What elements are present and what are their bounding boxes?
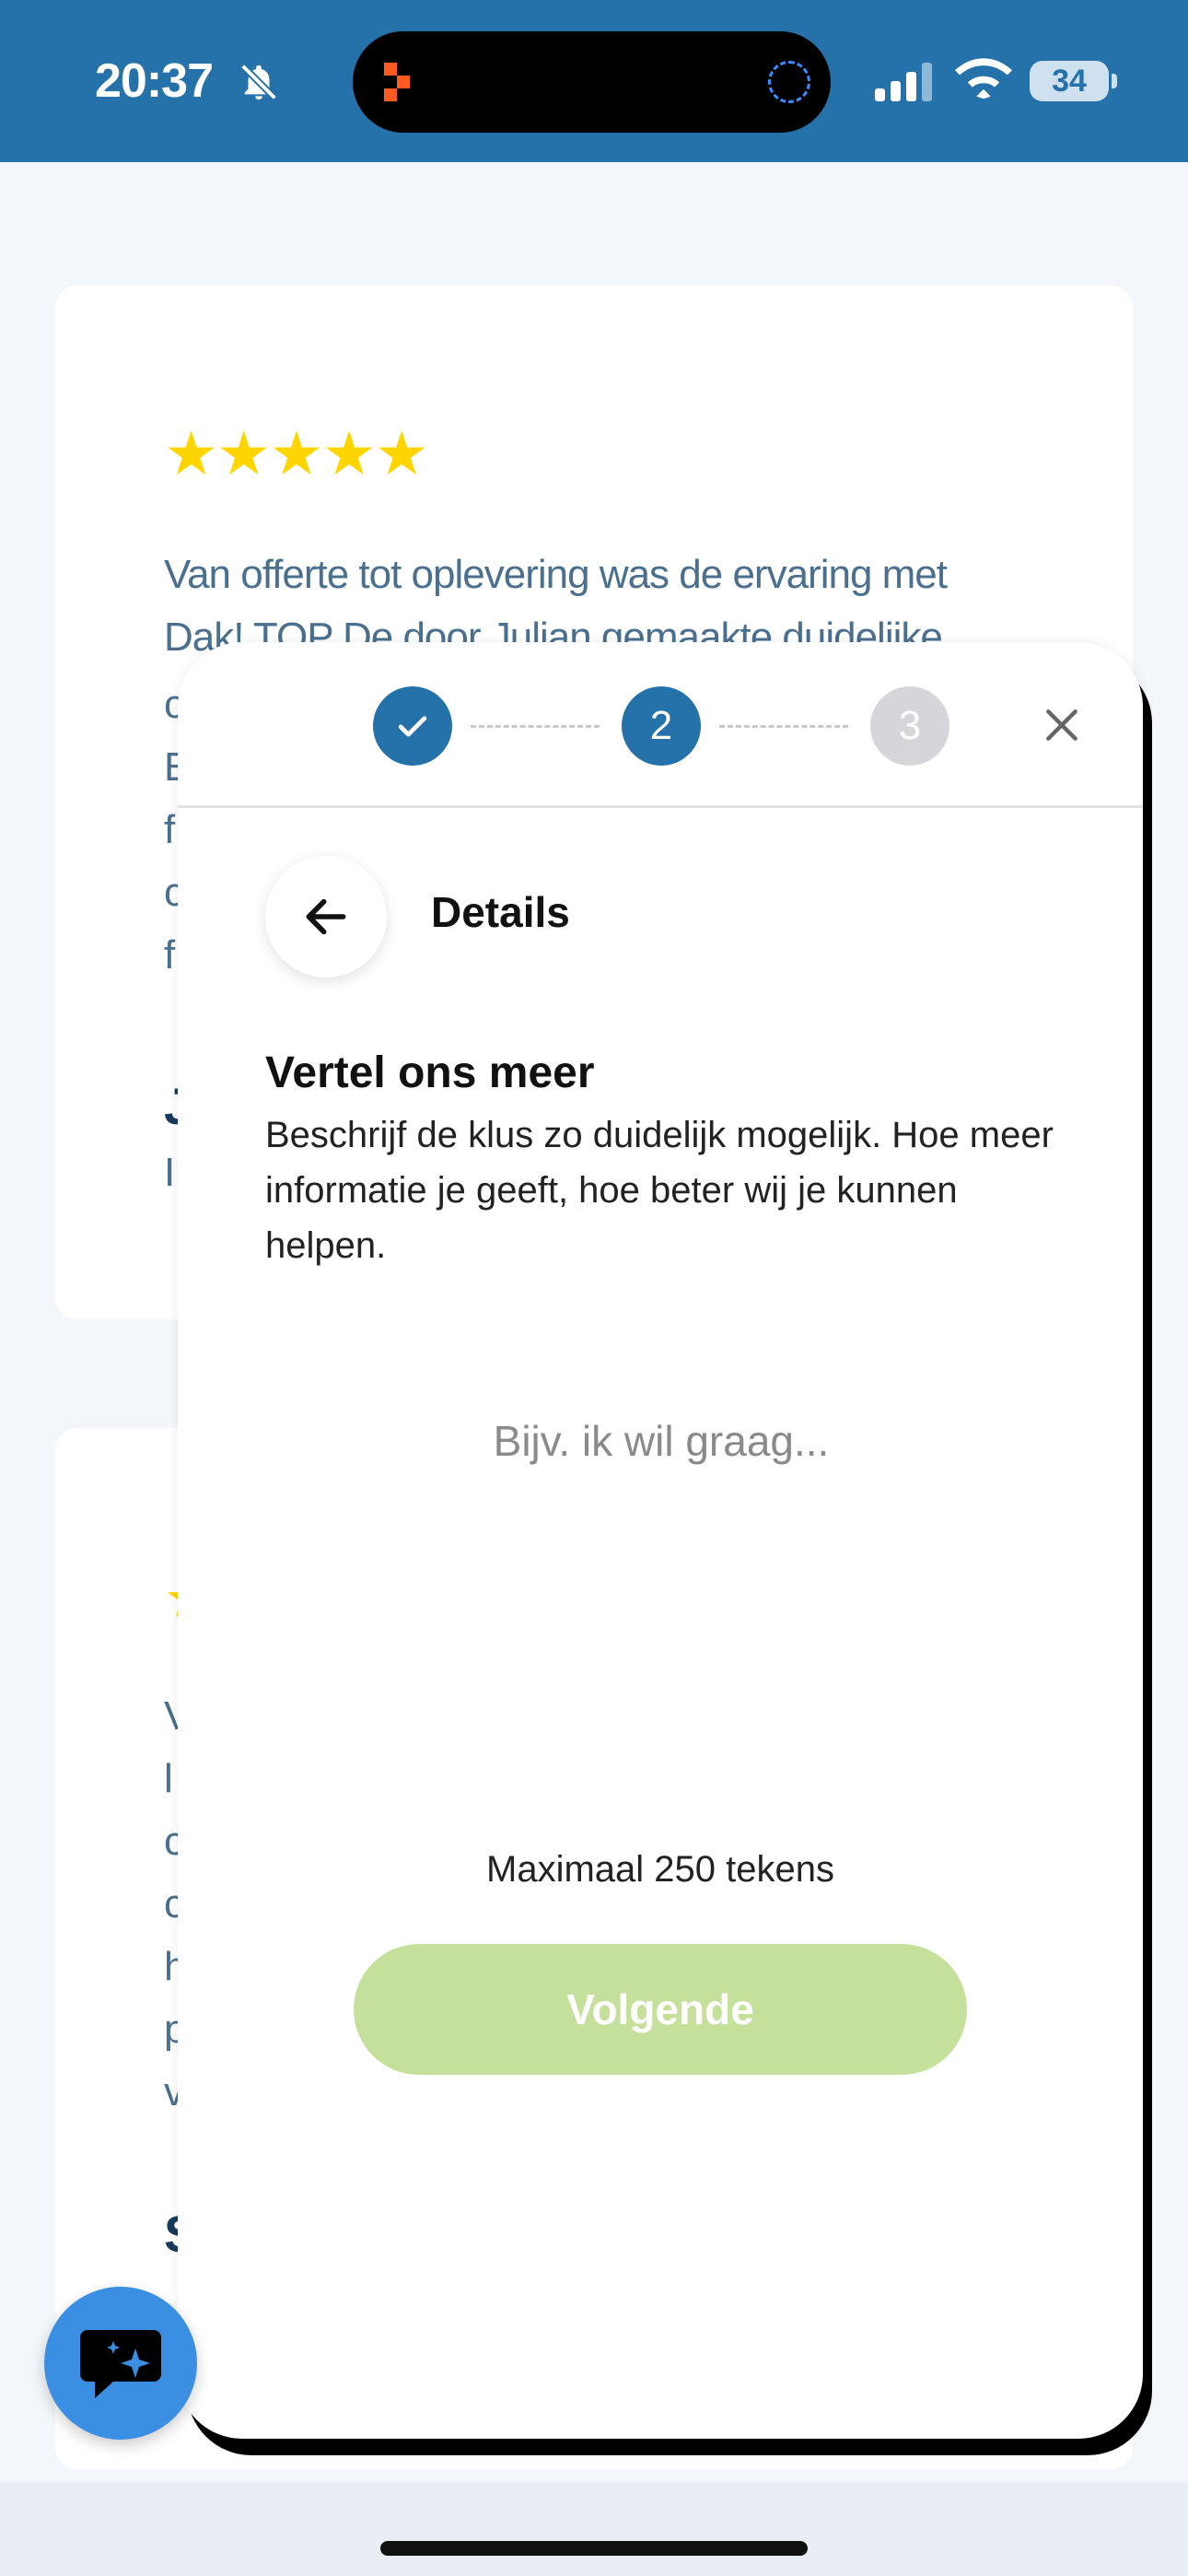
step-connector: [471, 725, 600, 728]
step-1-completed: [373, 686, 452, 766]
step-2-active: 2: [622, 686, 701, 766]
review-text-fragment: f: [164, 807, 176, 852]
step-3-pending: 3: [870, 686, 949, 766]
chat-button[interactable]: [44, 2287, 197, 2440]
stepper-header: 2 3: [178, 642, 1143, 808]
request-form-modal: 2 3 Details Vertel ons meer Beschrijf de…: [178, 642, 1143, 2439]
review-text-fragment: l: [164, 1756, 173, 1801]
bell-slash-icon: [240, 64, 277, 100]
check-icon: [398, 716, 427, 737]
wifi-icon: [955, 58, 1012, 100]
back-button[interactable]: [265, 856, 387, 978]
review-text-fragment: f: [164, 932, 176, 978]
question-description: Beschrijf de klus zo duidelijk mogelijk.…: [265, 1115, 1054, 1266]
arrow-left-icon: [306, 898, 346, 935]
job-description-input[interactable]: [265, 1352, 1057, 1591]
app-activity-icon: [384, 63, 410, 101]
modal-section-title: Details: [431, 888, 570, 936]
chat-sparkle-icon: [80, 2330, 161, 2398]
signal-icon: [875, 63, 932, 101]
reviewer-meta: I: [164, 1150, 176, 1195]
home-indicator[interactable]: [380, 2541, 808, 2556]
battery-cap: [1112, 74, 1117, 88]
review-line: Van offerte tot oplevering was de ervari…: [164, 552, 948, 597]
char-limit-hint: Maximaal 250 tekens: [486, 1849, 834, 1890]
next-button[interactable]: Volgende: [354, 1944, 967, 2075]
browser-bottom-bar: [0, 2482, 1188, 2576]
dynamic-island: [353, 31, 831, 133]
close-icon: [1046, 709, 1077, 741]
question-title: Vertel ons meer: [265, 1048, 595, 1097]
close-button[interactable]: [1034, 697, 1089, 753]
battery-icon: 34: [1030, 61, 1109, 101]
status-bar: 20:37 34: [0, 0, 1188, 162]
activity-ring-icon: [768, 61, 810, 103]
step-connector: [719, 725, 848, 728]
rating-stars: ★★★★★: [164, 419, 429, 487]
status-time: 20:37: [95, 54, 214, 108]
